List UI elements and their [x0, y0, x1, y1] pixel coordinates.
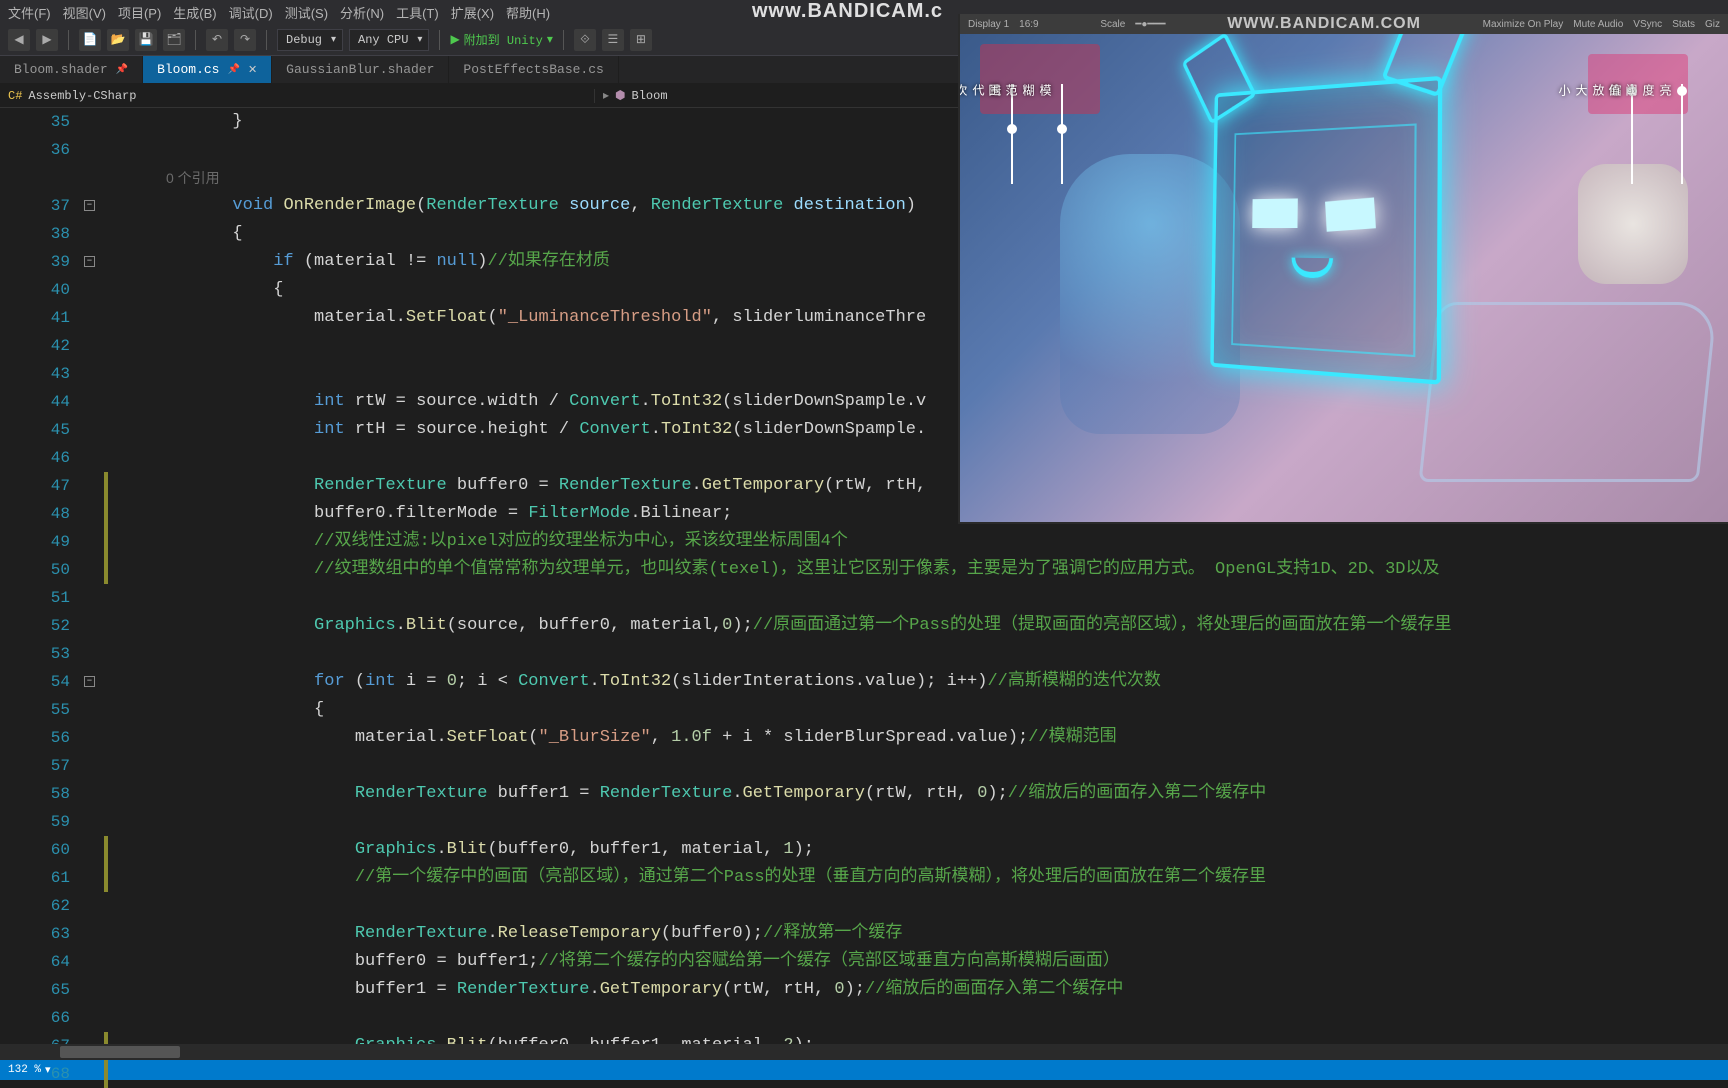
platform-select[interactable]: Any CPU	[349, 29, 429, 51]
menu-ext[interactable]: 扩展(X)	[451, 3, 494, 22]
run-button[interactable]: 附加到 Unity ▾	[450, 31, 552, 48]
redo-icon[interactable]: ↷	[234, 29, 256, 51]
unity-toolbar: Display 1 16:9 Scale ━●━━━ WWW.BANDICAM.…	[960, 14, 1728, 34]
tab-gaussian-blur[interactable]: GaussianBlur.shader	[272, 56, 449, 83]
menu-help[interactable]: 帮助(H)	[506, 3, 550, 22]
unity-aspect-select[interactable]: 16:9	[1019, 19, 1038, 30]
menu-file[interactable]: 文件(F)	[8, 3, 51, 22]
breadcrumb-assembly[interactable]: C# Assembly-CSharp	[0, 89, 595, 103]
pin-icon[interactable]: 📌	[228, 64, 240, 76]
save-icon[interactable]: 💾	[135, 29, 157, 51]
menu-analyze[interactable]: 分析(N)	[340, 3, 384, 22]
tab-label: GaussianBlur.shader	[286, 62, 434, 77]
tb-icon-2[interactable]: ☰	[602, 29, 624, 51]
menu-view[interactable]: 视图(V)	[63, 3, 106, 22]
menu-debug[interactable]: 调试(D)	[229, 3, 273, 22]
unity-game-panel: Display 1 16:9 Scale ━●━━━ WWW.BANDICAM.…	[958, 14, 1728, 524]
unity-scale-slider[interactable]: ━●━━━	[1135, 19, 1165, 30]
watermark-small: WWW.BANDICAM.COM	[1227, 15, 1421, 33]
open-icon[interactable]: 📂	[107, 29, 129, 51]
tb-icon-1[interactable]: ⟐	[574, 29, 596, 51]
tab-bloom-cs[interactable]: Bloom.cs 📌 ✕	[143, 56, 272, 83]
bg-robot	[1578, 164, 1688, 284]
close-icon[interactable]: ✕	[248, 63, 257, 77]
tab-label: Bloom.shader	[14, 62, 108, 77]
unity-stats[interactable]: Stats	[1672, 19, 1695, 30]
unity-game-view[interactable]: 迭代次数 模糊范围 缩放大小 亮度阈值	[960, 34, 1728, 522]
nav-fwd-icon[interactable]: ▶	[36, 29, 58, 51]
horizontal-scrollbar[interactable]	[0, 1044, 1728, 1060]
unity-maximize[interactable]: Maximize On Play	[1483, 19, 1564, 30]
scroll-thumb[interactable]	[60, 1046, 180, 1058]
save-all-icon[interactable]: 🗂	[163, 29, 185, 51]
bg-poster	[980, 44, 1100, 114]
new-project-icon[interactable]: 📄	[79, 29, 101, 51]
menu-build[interactable]: 生成(B)	[173, 3, 216, 22]
tab-bloom-shader[interactable]: Bloom.shader 📌	[0, 56, 143, 83]
hologram-tv	[1210, 76, 1442, 385]
tab-posteffectsbase[interactable]: PostEffectsBase.cs	[449, 56, 618, 83]
tb-icon-3[interactable]: ⊞	[630, 29, 652, 51]
line-gutter: 3536373839404142434445464748495051525354…	[16, 108, 80, 1060]
menu-test[interactable]: 测试(S)	[285, 3, 328, 22]
nav-back-icon[interactable]: ◀	[8, 29, 30, 51]
unity-display-select[interactable]: Display 1	[968, 19, 1009, 30]
csharp-icon: C#	[8, 89, 22, 103]
class-icon: ⬢	[615, 88, 625, 103]
tab-label: PostEffectsBase.cs	[463, 62, 603, 77]
undo-icon[interactable]: ↶	[206, 29, 228, 51]
menu-project[interactable]: 项目(P)	[118, 3, 161, 22]
unity-scale-label: Scale	[1100, 19, 1125, 30]
margin-strip	[0, 108, 16, 1060]
watermark-main: www.BANDICAM.c	[752, 0, 943, 23]
status-bar: 132 % ▾	[0, 1060, 1728, 1080]
unity-vsync[interactable]: VSync	[1633, 19, 1662, 30]
menu-tools[interactable]: 工具(T)	[396, 3, 439, 22]
bg-cart	[1419, 302, 1718, 482]
fold-strip: −−−	[80, 108, 104, 1060]
pin-icon[interactable]: 📌	[116, 64, 128, 76]
unity-mute[interactable]: Mute Audio	[1573, 19, 1623, 30]
tab-label: Bloom.cs	[157, 62, 219, 77]
config-select[interactable]: Debug	[277, 29, 343, 51]
unity-gizmos[interactable]: Giz	[1705, 19, 1720, 30]
